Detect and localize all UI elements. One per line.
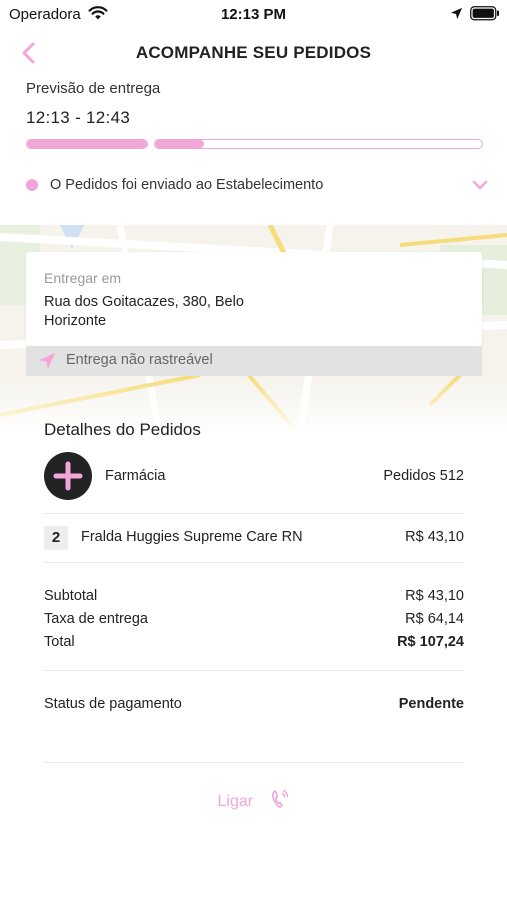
call-label: Ligar [217,792,254,810]
delivery-address: Rua dos Goitacazes, 380, Belo Horizonte [44,294,244,329]
tracking-text: Entrega não rastreável [66,352,213,368]
divider [44,562,464,563]
store-name: Farmácia [105,468,166,484]
progress-segment-1-fill [27,140,147,148]
tracking-bar: Entrega não rastreável [26,346,482,376]
status-bar: Operadora 12:13 PM [0,0,507,28]
subtotal-label: Subtotal [44,588,98,604]
item-price: R$ 43,10 [405,529,464,545]
order-status-row[interactable]: O Pedidos foi enviado ao Estabelecimento [26,176,488,198]
details-title: Detalhes do Pedidos [44,420,201,439]
subtotal-value: R$ 43,10 [405,588,464,604]
eta-window: 12:13 - 12:43 [26,108,131,127]
progress-segment-2-fill [155,140,205,148]
divider [44,670,464,671]
item-name: Fralda Huggies Supreme Care RN [81,529,303,545]
location-arrow-icon [450,7,463,25]
battery-icon [470,6,500,26]
divider [44,762,464,763]
delivery-progress [26,139,483,149]
status-dot-icon [26,179,38,191]
subtotal-row: Subtotal R$ 43,10 [44,588,464,608]
delivery-fee-label: Taxa de entrega [44,611,148,627]
store-avatar [44,452,92,500]
total-row: Total R$ 107,24 [44,634,464,654]
delivery-fee-row: Taxa de entrega R$ 64,14 [44,611,464,631]
payment-status-row: Status de pagamento Pendente [44,696,464,716]
page-title: ACOMPANHE SEU PEDIDOS [135,43,372,62]
status-time: 12:13 PM [220,6,287,23]
list-item: 2 Fralda Huggies Supreme Care RN R$ 43,1… [44,526,464,550]
delivery-address-label: Entregar em [44,270,122,286]
total-value: R$ 107,24 [397,634,464,650]
payment-status-value: Pendente [398,696,464,712]
eta-label: Previsão de entrega [26,80,161,97]
plus-icon [53,461,83,491]
delivery-fee-value: R$ 64,14 [405,611,464,627]
progress-segment-2 [154,139,483,149]
chevron-down-icon [472,180,488,190]
store-row: Farmácia Pedidos 512 [44,452,464,502]
total-label: Total [44,634,75,650]
payment-status-label: Status de pagamento [44,696,182,712]
divider [44,513,464,514]
phone-icon [270,788,290,815]
order-number: Pedidos 512 [383,468,464,484]
item-quantity: 2 [44,526,68,550]
order-status-text: O Pedidos foi enviado ao Estabelecimento [50,177,324,193]
location-arrow-icon [38,352,56,375]
header: ACOMPANHE SEU PEDIDOS [0,34,507,74]
expand-status-button[interactable] [472,178,488,196]
call-button[interactable]: Ligar [0,788,507,814]
progress-segment-1 [26,139,148,149]
address-card: Entregar em Rua dos Goitacazes, 380, Bel… [26,252,482,346]
